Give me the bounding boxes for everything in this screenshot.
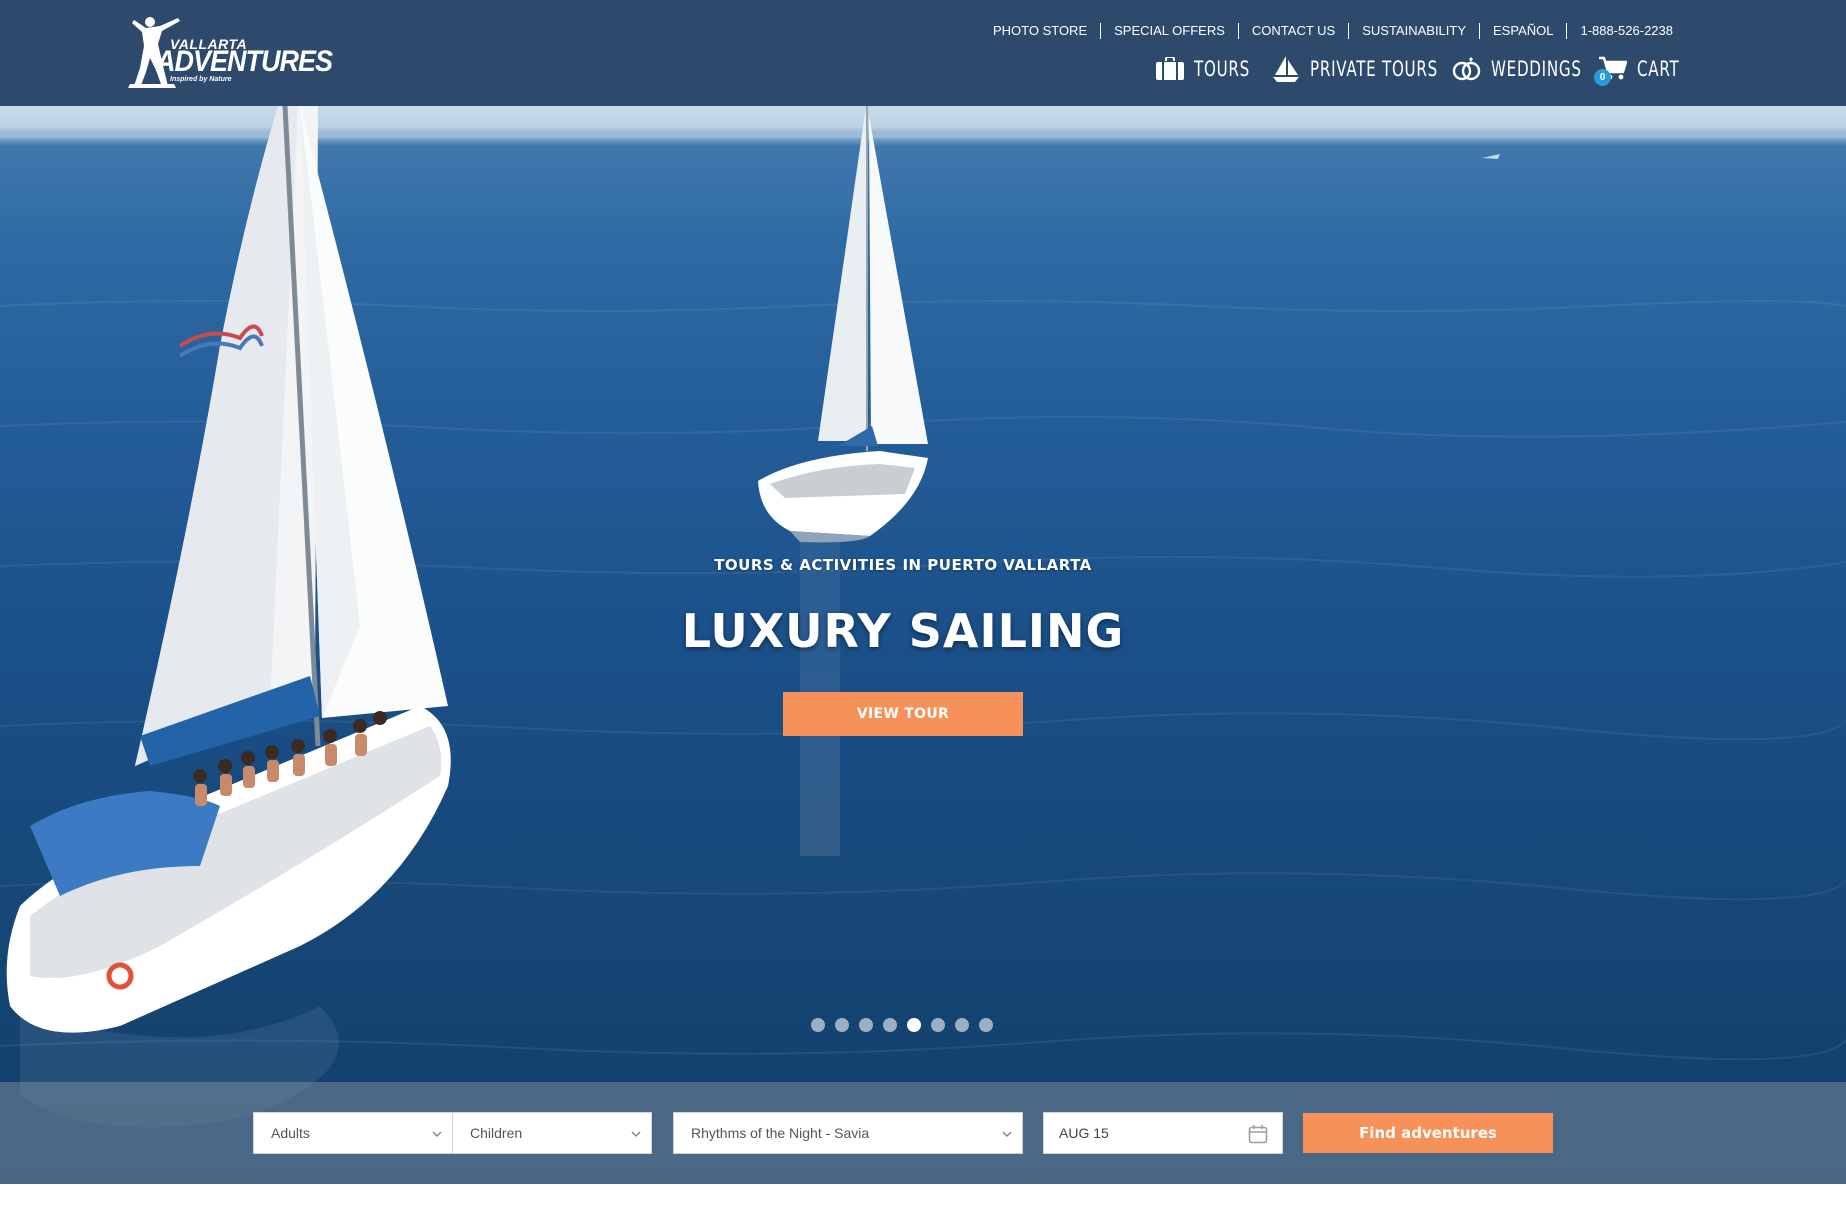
logo-text-main: ADVENTURES [156,44,333,78]
utility-nav: PHOTO STORE SPECIAL OFFERS CONTACT US SU… [980,23,1673,39]
site-logo[interactable]: VALLARTA ADVENTURES Inspired by Nature [128,14,333,94]
nav-cart[interactable]: 0 CART [1594,55,1680,86]
nav-tours[interactable]: TOURS [1155,55,1250,83]
chevron-down-icon [1002,1131,1012,1138]
site-header: VALLARTA ADVENTURES Inspired by Nature P… [0,0,1846,106]
main-nav: TOURS PRIVATE TOURS WEDDINGS 0 CART [1155,52,1680,86]
slider-dot-8[interactable] [979,1018,993,1032]
slider-dot-2[interactable] [835,1018,849,1032]
hero-title: LUXURY SAILING [681,604,1125,658]
nav-private-tours[interactable]: PRIVATE TOURS [1271,55,1438,83]
cart-icon: 0 [1594,55,1628,86]
suitcase-icon [1155,55,1185,83]
cart-count-badge: 0 [1594,69,1611,86]
slider-dot-1[interactable] [811,1018,825,1032]
link-photo-store[interactable]: PHOTO STORE [980,23,1100,39]
nav-weddings[interactable]: WEDDINGS [1452,55,1582,83]
nav-weddings-label: WEDDINGS [1491,57,1582,81]
slider-dot-5-active[interactable] [907,1018,921,1032]
link-special-offers[interactable]: SPECIAL OFFERS [1100,23,1238,39]
slider-dot-7[interactable] [955,1018,969,1032]
date-picker-field[interactable]: AUG 15 [1043,1112,1283,1154]
nav-private-tours-label: PRIVATE TOURS [1310,57,1438,81]
tour-select-value: Rhythms of the Night - Savia [691,1125,870,1141]
calendar-icon[interactable] [1248,1124,1268,1144]
hero-slider: TOURS & ACTIVITIES IN PUERTO VALLARTA LU… [0,106,1846,1184]
link-contact-us[interactable]: CONTACT US [1237,23,1348,39]
link-language-espanol[interactable]: ESPAÑOL [1479,23,1566,39]
distant-sailboat [758,106,928,543]
slider-pagination [811,1018,993,1032]
find-adventures-button[interactable]: Find adventures [1303,1113,1553,1153]
link-phone-number[interactable]: 1-888-526-2238 [1566,23,1673,39]
view-tour-button[interactable]: VIEW TOUR [783,692,1023,736]
slider-dot-3[interactable] [859,1018,873,1032]
hero-subtitle: TOURS & ACTIVITIES IN PUERTO VALLARTA [714,556,1092,574]
sailboat-icon [1271,55,1301,83]
chevron-down-icon [631,1131,641,1138]
children-select-label: Children [470,1125,523,1141]
nav-cart-label: CART [1637,57,1680,81]
link-sustainability[interactable]: SUSTAINABILITY [1348,23,1479,39]
date-value: AUG 15 [1059,1125,1109,1141]
children-select[interactable]: Children [452,1112,652,1154]
nav-tours-label: TOURS [1194,57,1250,81]
rings-icon [1452,55,1482,83]
booking-search-bar: Adults Children Rhythms of the Night - S… [0,1082,1846,1184]
adults-select[interactable]: Adults [253,1112,453,1154]
logo-tagline: Inspired by Nature [170,76,232,83]
slider-dot-6[interactable] [931,1018,945,1032]
adults-select-label: Adults [271,1125,310,1141]
tour-select[interactable]: Rhythms of the Night - Savia [673,1112,1023,1154]
chevron-down-icon [432,1131,442,1138]
slider-dot-4[interactable] [883,1018,897,1032]
